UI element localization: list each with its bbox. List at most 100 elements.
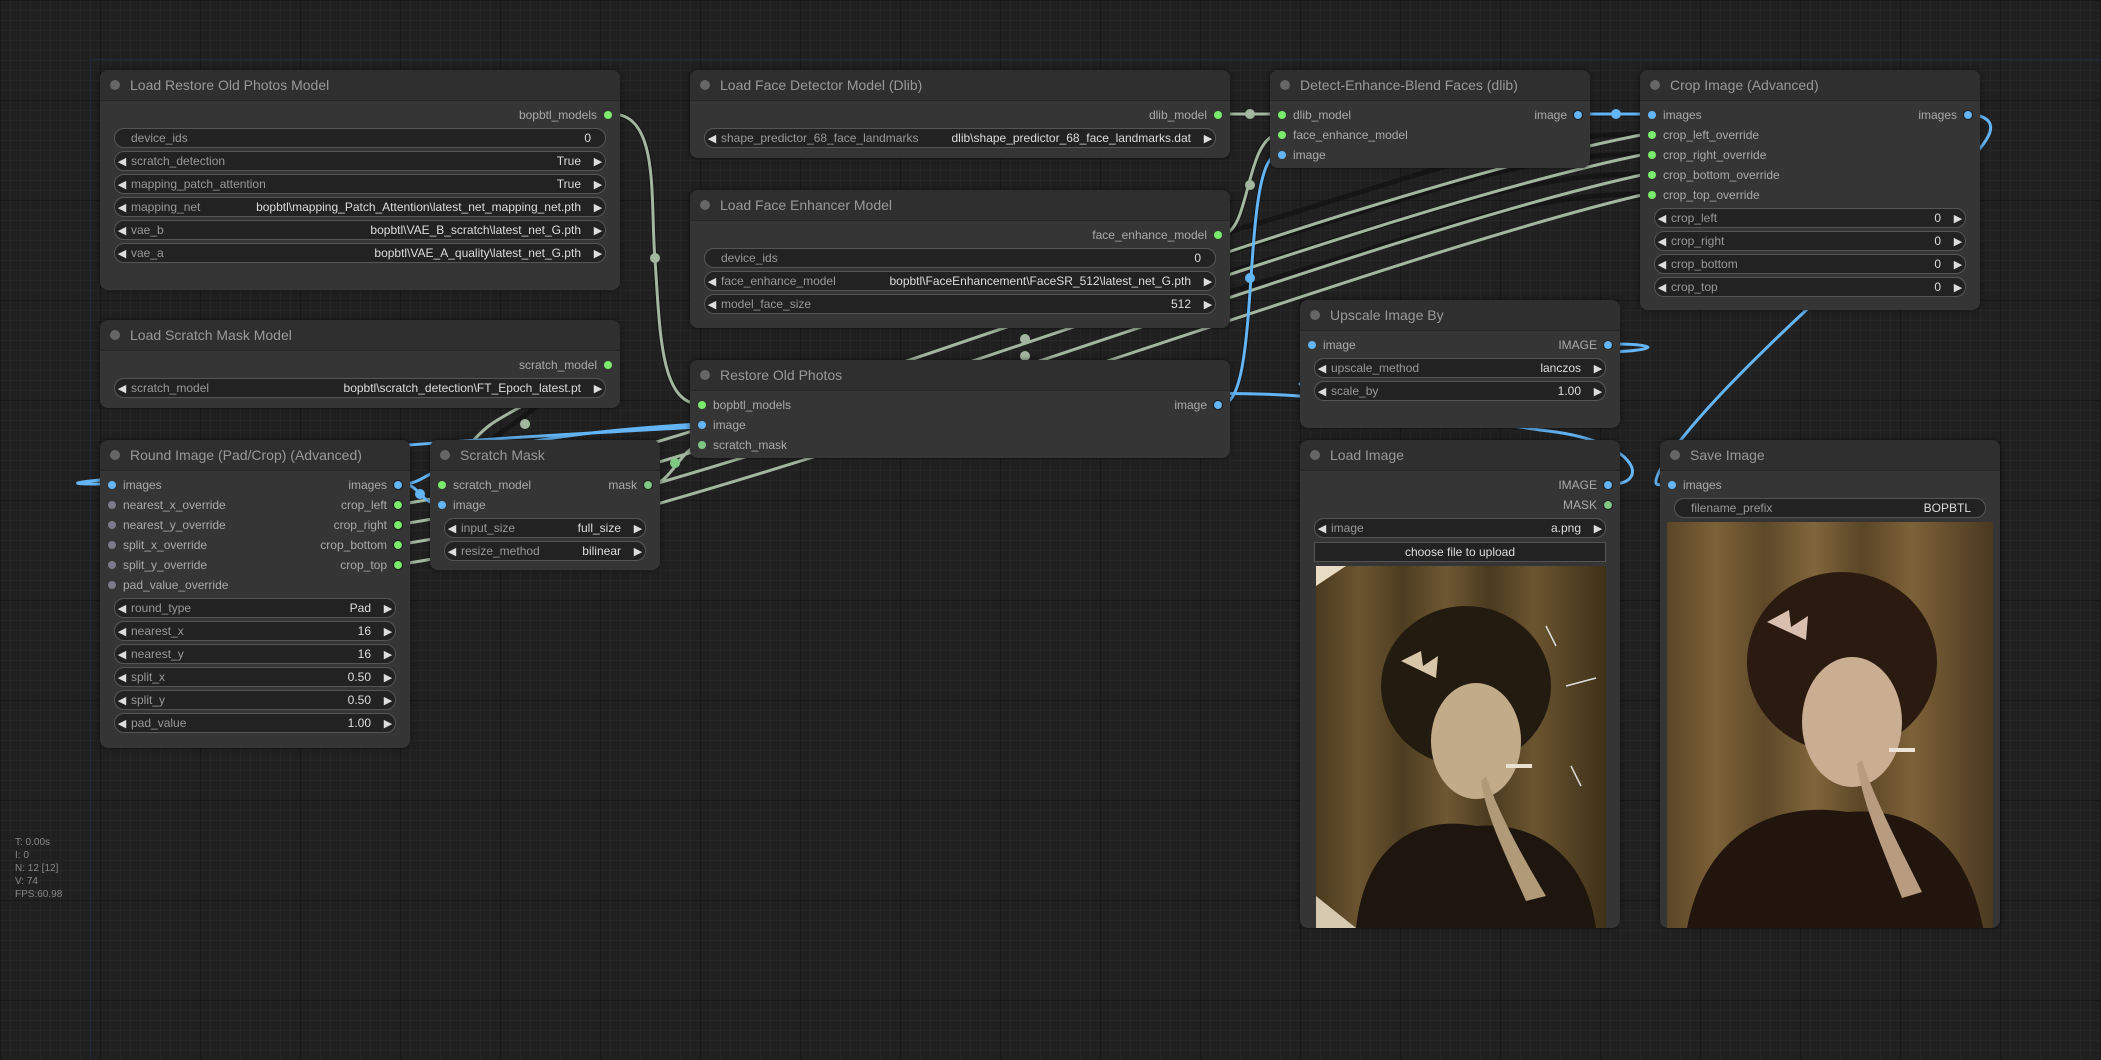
input-slot-image[interactable]: image [1278, 145, 1326, 165]
arrow-right-icon[interactable]: ▶ [1951, 281, 1965, 294]
arrow-left-icon[interactable]: ◀ [1315, 362, 1329, 375]
output-slot-bopbtl-models[interactable]: bopbtl_models [519, 105, 612, 125]
output-slot-mask[interactable]: mask [608, 475, 652, 495]
arrow-left-icon[interactable]: ◀ [1655, 258, 1669, 271]
output-slot-crop-top[interactable]: crop_top [340, 555, 402, 575]
node-crop-image-advanced[interactable]: Crop Image (Advanced) images images crop_… [1640, 70, 1980, 310]
arrow-left-icon[interactable]: ◀ [115, 178, 129, 191]
input-slot-pad-value-override[interactable]: pad_value_override [108, 575, 228, 595]
choose-file-upload-button[interactable]: choose file to upload [1314, 542, 1606, 562]
arrow-left-icon[interactable]: ◀ [1315, 522, 1329, 535]
widget-mapping-net[interactable]: ◀ mapping_net bopbtl\mapping_Patch_Attenti… [114, 197, 606, 217]
arrow-left-icon[interactable]: ◀ [115, 694, 129, 707]
input-slot-images[interactable]: images [1648, 105, 1702, 125]
output-slot-scratch-model[interactable]: scratch_model [519, 355, 612, 375]
arrow-right-icon[interactable]: ▶ [1591, 385, 1605, 398]
arrow-left-icon[interactable]: ◀ [115, 247, 129, 260]
arrow-right-icon[interactable]: ▶ [1951, 258, 1965, 271]
slot-dot[interactable] [1574, 111, 1582, 119]
slot-dot[interactable] [1214, 231, 1222, 239]
output-slot-mask[interactable]: MASK [1563, 495, 1612, 515]
arrow-right-icon[interactable]: ▶ [381, 694, 395, 707]
arrow-right-icon[interactable]: ▶ [381, 648, 395, 661]
slot-dot[interactable] [1964, 111, 1972, 119]
input-slot-images[interactable]: images [1668, 475, 1722, 495]
slot-dot[interactable] [1648, 131, 1656, 139]
widget-split-y[interactable]: ◀ split_y 0.50 ▶ [114, 690, 396, 710]
slot-dot[interactable] [394, 481, 402, 489]
arrow-right-icon[interactable]: ▶ [381, 602, 395, 615]
input-slot-split-y-override[interactable]: split_y_override [108, 555, 207, 575]
node-title-bar[interactable]: Load Image [1300, 440, 1620, 471]
node-title-bar[interactable]: Round Image (Pad/Crop) (Advanced) [100, 440, 410, 471]
input-slot-face-enhance-model[interactable]: face_enhance_model [1278, 125, 1408, 145]
arrow-left-icon[interactable]: ◀ [705, 132, 719, 145]
input-slot-nearest-x-override[interactable]: nearest_x_override [108, 495, 226, 515]
node-title-bar[interactable]: Load Scratch Mask Model [100, 320, 620, 351]
node-title-bar[interactable]: Load Face Enhancer Model [690, 190, 1230, 221]
output-slot-dlib-model[interactable]: dlib_model [1149, 105, 1222, 125]
widget-mapping-patch-attention[interactable]: ◀ mapping_patch_attention True ▶ [114, 174, 606, 194]
node-load-face-enhancer[interactable]: Load Face Enhancer Model face_enhance_mo… [690, 190, 1230, 328]
slot-dot[interactable] [394, 541, 402, 549]
input-slot-image[interactable]: image [698, 415, 746, 435]
arrow-left-icon[interactable]: ◀ [705, 275, 719, 288]
widget-round-type[interactable]: ◀ round_type Pad ▶ [114, 598, 396, 618]
node-collapse-dot[interactable] [700, 370, 710, 380]
node-save-image[interactable]: Save Image images filename_prefix BOPBTL [1660, 440, 2000, 928]
widget-device-ids[interactable]: device_ids 0 [704, 248, 1216, 268]
arrow-left-icon[interactable]: ◀ [115, 625, 129, 638]
input-slot-image[interactable]: image [438, 495, 486, 515]
node-title-bar[interactable]: Detect-Enhance-Blend Faces (dlib) [1270, 70, 1590, 101]
node-load-scratch-mask-model[interactable]: Load Scratch Mask Model scratch_model ◀ s… [100, 320, 620, 408]
arrow-left-icon[interactable]: ◀ [115, 717, 129, 730]
arrow-right-icon[interactable]: ▶ [591, 155, 605, 168]
widget-scratch-model[interactable]: ◀ scratch_model bopbtl\scratch_detection\F… [114, 378, 606, 398]
node-title-bar[interactable]: Restore Old Photos [690, 360, 1230, 391]
input-slot-images[interactable]: images [108, 475, 162, 495]
widget-vae-a[interactable]: ◀ vae_a bopbtl\VAE_A_quality\latest_net_G.… [114, 243, 606, 263]
node-collapse-dot[interactable] [440, 450, 450, 460]
input-slot-image[interactable]: image [1308, 335, 1356, 355]
input-slot-crop-left-override[interactable]: crop_left_override [1648, 125, 1759, 145]
arrow-left-icon[interactable]: ◀ [1655, 212, 1669, 225]
output-slot-crop-left[interactable]: crop_left [341, 495, 402, 515]
arrow-left-icon[interactable]: ◀ [1655, 281, 1669, 294]
input-slot-crop-top-override[interactable]: crop_top_override [1648, 185, 1760, 205]
slot-dot[interactable] [394, 561, 402, 569]
arrow-right-icon[interactable]: ▶ [381, 625, 395, 638]
node-collapse-dot[interactable] [1280, 80, 1290, 90]
arrow-right-icon[interactable]: ▶ [381, 671, 395, 684]
input-slot-bopbtl-models[interactable]: bopbtl_models [698, 395, 791, 415]
slot-dot[interactable] [1214, 401, 1222, 409]
node-collapse-dot[interactable] [110, 330, 120, 340]
arrow-right-icon[interactable]: ▶ [591, 224, 605, 237]
output-slot-crop-bottom[interactable]: crop_bottom [320, 535, 402, 555]
arrow-right-icon[interactable]: ▶ [1951, 235, 1965, 248]
slot-dot[interactable] [1604, 501, 1612, 509]
slot-dot[interactable] [108, 541, 116, 549]
input-slot-crop-right-override[interactable]: crop_right_override [1648, 145, 1766, 165]
slot-dot[interactable] [1278, 131, 1286, 139]
slot-dot[interactable] [108, 561, 116, 569]
arrow-right-icon[interactable]: ▶ [631, 545, 645, 558]
input-slot-scratch-model[interactable]: scratch_model [438, 475, 531, 495]
input-slot-scratch-mask[interactable]: scratch_mask [698, 435, 787, 455]
arrow-right-icon[interactable]: ▶ [381, 717, 395, 730]
slot-dot[interactable] [1308, 341, 1316, 349]
slot-dot[interactable] [1278, 151, 1286, 159]
node-title-bar[interactable]: Scratch Mask [430, 440, 660, 471]
slot-dot[interactable] [604, 361, 612, 369]
widget-scratch-detection[interactable]: ◀ scratch_detection True ▶ [114, 151, 606, 171]
slot-dot[interactable] [394, 521, 402, 529]
widget-upscale-method[interactable]: ◀ upscale_method lanczos ▶ [1314, 358, 1606, 378]
arrow-right-icon[interactable]: ▶ [1951, 212, 1965, 225]
slot-dot[interactable] [1604, 341, 1612, 349]
widget-crop-top[interactable]: ◀ crop_top 0 ▶ [1654, 277, 1966, 297]
arrow-right-icon[interactable]: ▶ [1591, 522, 1605, 535]
arrow-left-icon[interactable]: ◀ [115, 382, 129, 395]
slot-dot[interactable] [604, 111, 612, 119]
widget-vae-b[interactable]: ◀ vae_b bopbtl\VAE_B_scratch\latest_net_G.… [114, 220, 606, 240]
node-collapse-dot[interactable] [1670, 450, 1680, 460]
arrow-right-icon[interactable]: ▶ [631, 522, 645, 535]
